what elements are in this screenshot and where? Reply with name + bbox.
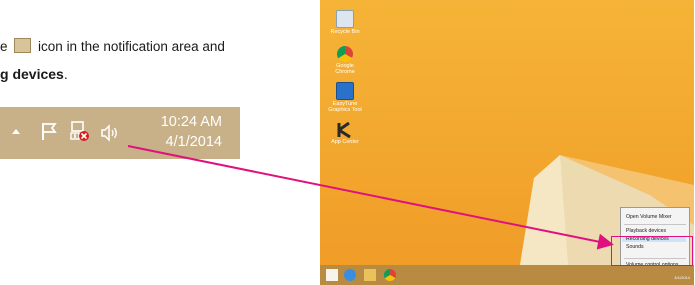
arrow-line	[127, 145, 614, 250]
callout-arrow	[127, 145, 614, 250]
